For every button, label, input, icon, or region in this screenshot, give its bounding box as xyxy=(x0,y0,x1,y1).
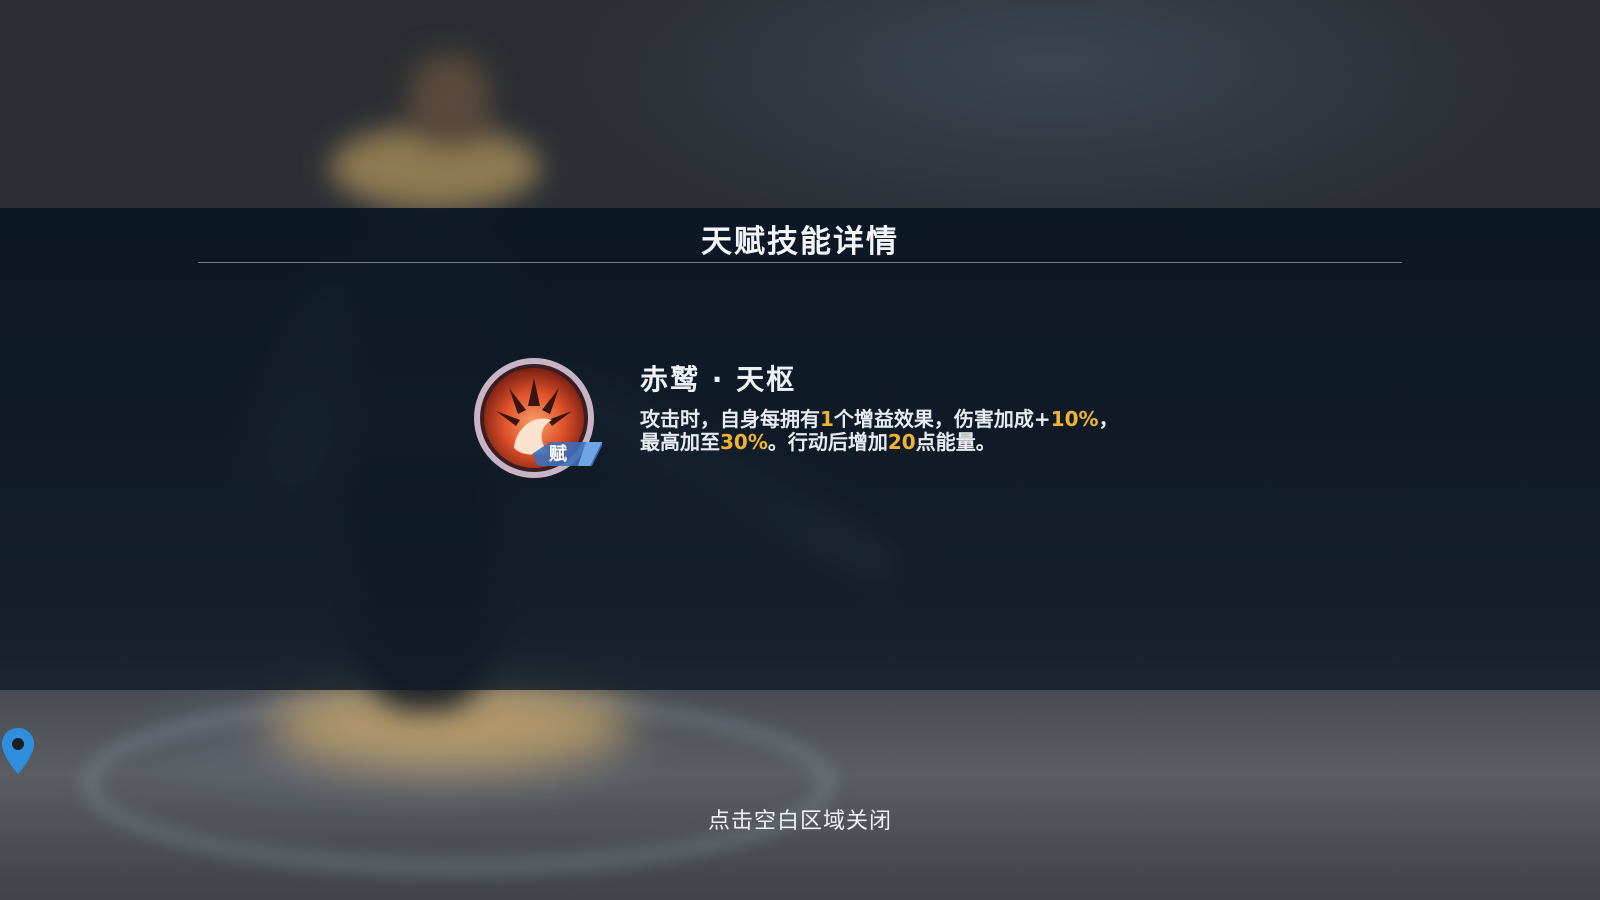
desc-value-damage-bonus: 10% xyxy=(1050,407,1099,431)
desc-value-buff-count: 1 xyxy=(820,407,834,431)
desc-text-2: 个增益效果，伤害加成+ xyxy=(833,407,1051,431)
skill-description: 攻击时，自身每拥有1个增益效果，伤害加成+10%，最高加至30%。行动后增加20… xyxy=(640,408,1120,454)
desc-value-energy: 20 xyxy=(887,430,916,454)
icon-badge-label: 赋 xyxy=(549,444,567,465)
desc-text-4: 。行动后增加 xyxy=(767,430,888,454)
desc-text-5: 点能量。 xyxy=(915,430,996,454)
panel-title: 天赋技能详情 xyxy=(701,224,899,260)
map-pin-body xyxy=(2,728,34,774)
title-divider xyxy=(198,262,1402,263)
flame-talent-icon[interactable]: 赋 xyxy=(474,356,602,484)
desc-value-max-bonus: 30% xyxy=(720,430,768,454)
character-head xyxy=(410,55,490,145)
close-hint-text: 点击空白区域关闭 xyxy=(707,809,892,834)
map-pin-icon[interactable] xyxy=(0,726,36,776)
map-pin-hole xyxy=(12,738,24,750)
desc-text-1: 攻击时，自身每拥有 xyxy=(640,407,820,431)
skill-name: 赤鹫 · 天枢 xyxy=(640,363,797,396)
talent-detail-panel: 天赋技能详情 赋 赤鹫 · 天枢 攻击时，自身每拥有1个增益效果，伤害加成+10… xyxy=(0,208,1600,690)
